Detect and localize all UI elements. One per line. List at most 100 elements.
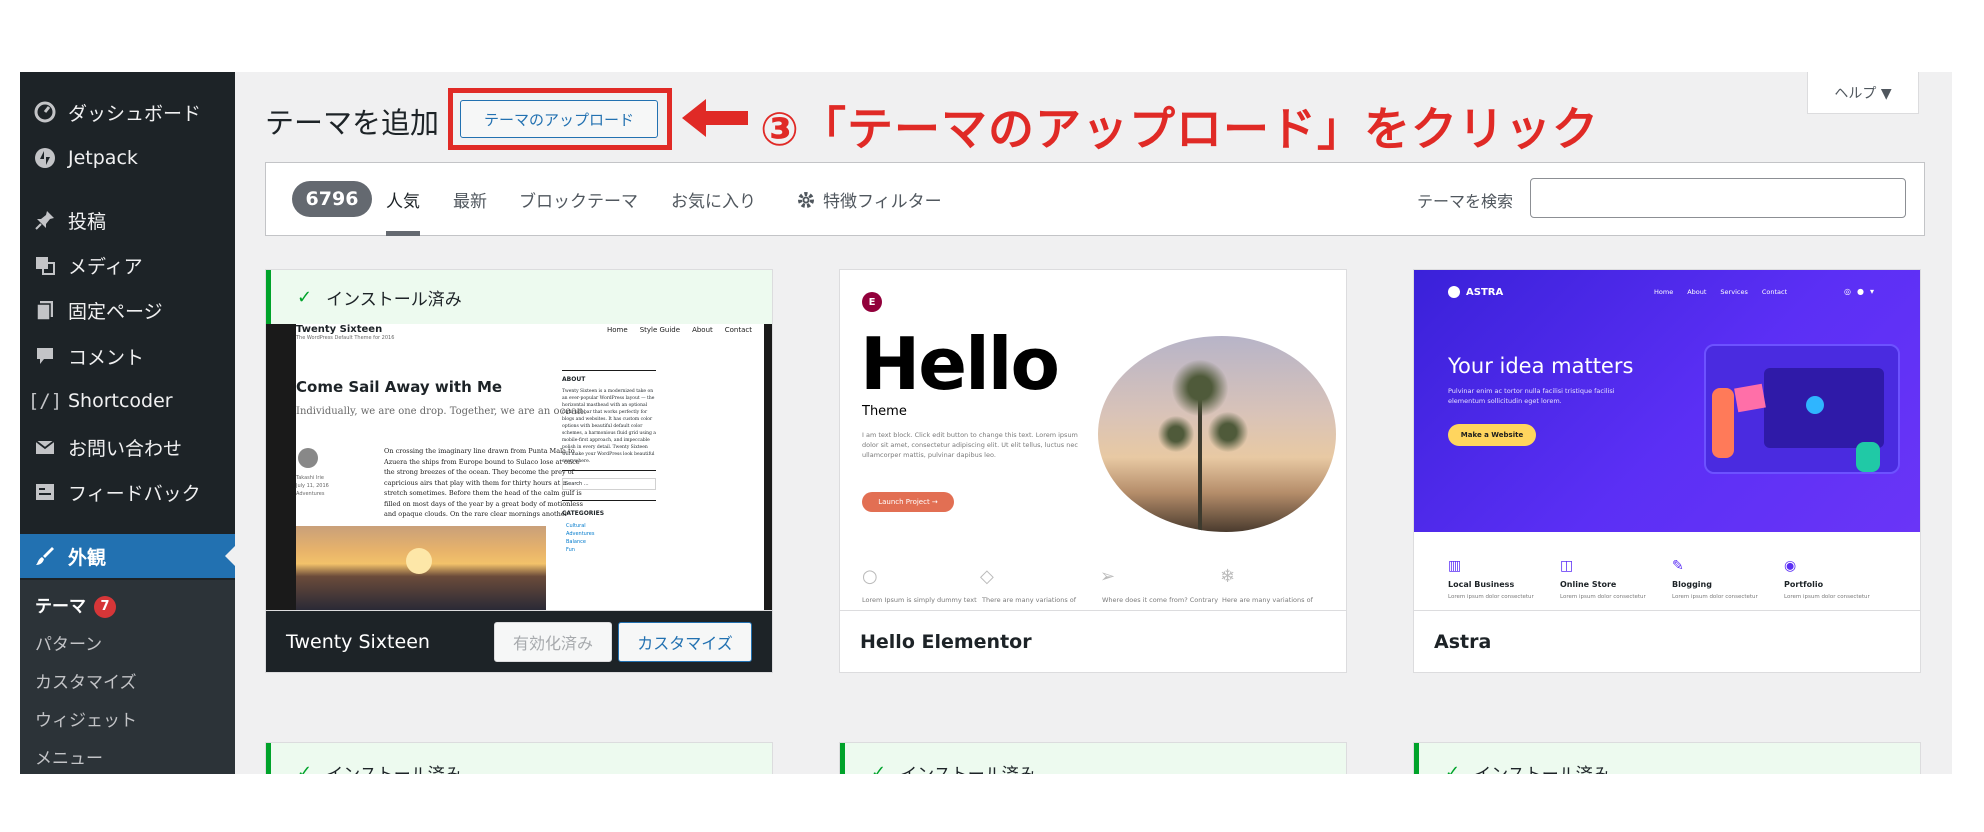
preview-post-lead: Individually, we are one drop. Together,… [296,406,587,417]
installed-notice: ✓ インストール済み [1414,743,1920,774]
preview-feature-title: Local Business [1448,580,1515,589]
tab-favorites[interactable]: お気に入り [671,187,756,212]
theme-name: Hello Elementor [860,630,1032,653]
page-icon [30,299,60,321]
bag-icon: ◫ [1560,558,1574,574]
preview-illustration [1704,344,1900,474]
page-title: テーマを追加 [265,106,440,140]
tab-popular[interactable]: 人気 [386,187,420,212]
preview-category-item: Adventures [566,531,595,537]
preview-nav-item: Contact [724,326,752,334]
sidebar-item-shortcoder[interactable]: [/] Shortcoder [20,379,235,423]
checkmark-icon: ✓ [1445,761,1461,775]
sidebar-item-pages[interactable]: 固定ページ [20,288,235,332]
sidebar-item-posts[interactable]: 投稿 [20,198,235,242]
feedback-icon [30,481,60,503]
elementor-logo-icon: E [862,292,882,312]
tab-label: 特徴フィルター [823,192,942,212]
sidebar-item-appearance[interactable]: 外観 [20,534,235,578]
preview-feature: ▥ Local Business Lorem ipsum dolor conse… [1448,558,1560,600]
submenu-item-menus[interactable]: メニュー [35,744,103,769]
sidebar-item-contact[interactable]: お問い合わせ [20,425,235,469]
preview-body: Pulvinar enim ac tortor nulla facilisi t… [1448,387,1615,405]
preview-launch-button: Launch Project → [862,492,954,512]
annotation-highlight-box [448,88,672,150]
preview-nav-item: About [1687,288,1707,296]
preview-cactus-image [1098,336,1336,532]
installed-label: インストール済み [1474,760,1610,775]
theme-filter-bar: 6796 人気 最新 ブロックテーマ お気に入り 特徴フィルター テーマを検索 [265,162,1925,236]
theme-card-hello-elementor[interactable]: E Hello Theme I am text block. Click edi… [839,269,1347,673]
checkmark-icon: ✓ [871,761,887,775]
dashboard-icon [30,101,60,123]
preview-body: On crossing the imaginary line drawn fro… [384,447,583,518]
preview-logo: ASTRA [1448,286,1503,298]
preview-feature-text: Here are many variations of [1222,596,1313,604]
sidebar-item-label: 投稿 [68,210,107,233]
preview-feature-title: Portfolio [1784,580,1824,589]
author-avatar [298,448,318,468]
sidebar-item-comments[interactable]: コメント [20,334,235,378]
theme-card-row2-1[interactable]: ✓ インストール済み [265,742,773,774]
sidebar-item-label: お問い合わせ [68,437,183,460]
submenu-item-themes[interactable]: テーマ 7 [35,592,116,618]
sidebar-item-media[interactable]: メディア [20,243,235,287]
theme-name: Astra [1434,630,1492,653]
theme-card-footer: Hello Elementor [840,610,1346,672]
preview-search-placeholder: Search ... [565,481,589,487]
sidebar-item-dashboard[interactable]: ダッシュボード [20,90,235,134]
theme-search-input[interactable] [1530,178,1906,218]
checkmark-icon: ✓ [297,761,313,775]
preview-feature-text: Lorem Ipsum is simply dummy text [862,596,977,604]
theme-card-row2-3[interactable]: ✓ インストール済み [1413,742,1921,774]
paper-plane-icon: ➢ [1100,566,1116,587]
shortcode-icon: [/] [27,390,63,412]
preview-feature: ◫ Online Store Lorem ipsum dolor consect… [1560,558,1672,600]
preview-headline: Hello [860,322,1060,406]
installed-notice: ✓ インストール済み [266,270,772,324]
appearance-submenu: テーマ 7 パターン カスタマイズ ウィジェット メニュー [20,580,235,774]
annotation-arrow-icon [680,93,750,147]
theme-card-twenty-sixteen[interactable]: Twenty Sixteen The WordPress Default The… [265,269,773,673]
installed-notice: ✓ インストール済み [840,743,1346,774]
preview-post-title: Come Sail Away with Me [296,378,503,396]
sidebar-item-jetpack[interactable]: Jetpack [20,136,235,180]
preview-date: July 11, 2016 [296,483,329,489]
tab-block-themes[interactable]: ブロックテーマ [519,187,638,212]
sidebar-item-label: Jetpack [68,147,138,169]
preview-feature-title: Blogging [1672,580,1712,589]
preview-feature-text: Where does it come from? Contrary [1102,596,1219,604]
preview-meta: Takashi Irie July 11, 2016 Adventures [296,474,329,498]
check-circle-icon: ◉ [1784,558,1797,574]
mail-icon [30,436,60,458]
submenu-item-customize[interactable]: カスタマイズ [35,668,137,693]
preview-category-list: Cultural Adventures Balance Fun [566,522,594,554]
astra-logo-icon [1448,286,1460,298]
theme-card-astra[interactable]: ASTRA Home About Services Contact ◎●▾ Yo… [1413,269,1921,673]
preview-feature-text: Lorem ipsum dolor consectetur [1784,594,1870,600]
preview-page: Twenty Sixteen The WordPress Default The… [296,324,764,610]
theme-card-footer: Astra [1414,610,1920,672]
brush-icon [30,545,60,567]
installed-label: インストール済み [900,760,1036,775]
tab-feature-filter[interactable]: 特徴フィルター [797,187,942,212]
sidebar-item-label: ダッシュボード [68,102,202,125]
sidebar-item-label: 外観 [68,546,107,569]
preview-hero: ASTRA Home About Services Contact ◎●▾ Yo… [1414,270,1920,532]
customize-button[interactable]: カスタマイズ [618,622,752,662]
gear-icon [797,191,815,209]
submenu-item-widgets[interactable]: ウィジェット [35,706,137,731]
preview-feature: ✎ Blogging Lorem ipsum dolor consectetur [1672,558,1784,600]
tab-latest[interactable]: 最新 [453,187,487,212]
help-tab[interactable]: ヘルプ ▼ [1807,72,1919,114]
theme-card-row2-2[interactable]: ✓ インストール済み [839,742,1347,774]
preview-tagline: The WordPress Default Theme for 2016 [296,335,395,341]
submenu-item-patterns[interactable]: パターン [35,630,102,655]
preview-category-item: Cultural [566,523,586,529]
theme-screenshot: E Hello Theme I am text block. Click edi… [840,270,1346,610]
sidebar-item-feedback[interactable]: フィードバック [20,470,235,514]
preview-feature-title: Online Store [1560,580,1617,589]
preview-feature-text: Lorem ipsum dolor consectetur [1448,594,1534,600]
preview-category-item: Fun [566,547,575,553]
theme-name: Twenty Sixteen [286,630,430,653]
